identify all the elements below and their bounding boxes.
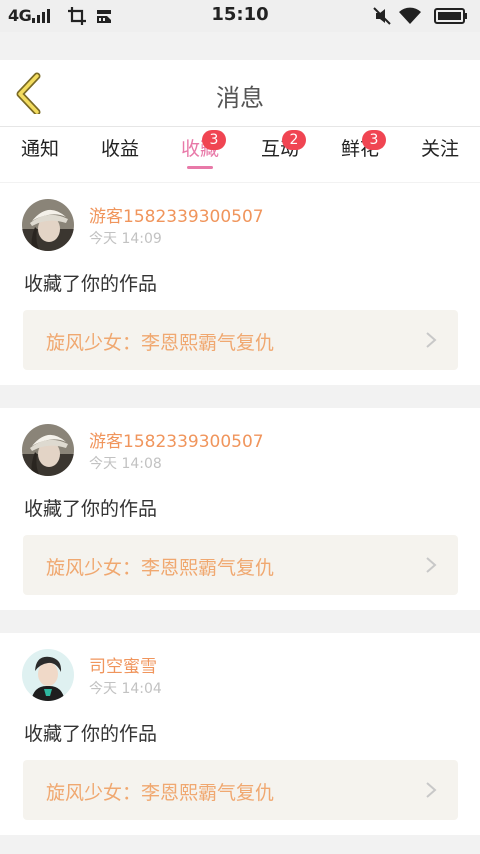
- badge: 3: [202, 130, 226, 150]
- page-title: 消息: [216, 84, 264, 112]
- timestamp: 今天 14:09: [89, 231, 162, 247]
- tab-notifications[interactable]: 通知: [0, 135, 80, 175]
- tab-bar: 通知 收益 收藏 3 互动 2 鲜花 3 关注: [0, 126, 480, 182]
- avatar[interactable]: [22, 649, 74, 701]
- battery-icon: [434, 8, 467, 24]
- action-text: 收藏了你的作品: [24, 723, 158, 745]
- message-card: 游客1582339300507 今天 14:09 收藏了你的作品 旋风少女：李恩…: [0, 183, 480, 385]
- wifi-icon: [399, 7, 421, 24]
- chevron-right-icon: [426, 557, 437, 573]
- badge: 2: [282, 130, 306, 150]
- chevron-right-icon: [426, 782, 437, 798]
- timestamp: 今天 14:04: [89, 681, 162, 697]
- user-photo: [22, 199, 74, 251]
- status-bar: 4G 15:10: [0, 0, 480, 32]
- action-text: 收藏了你的作品: [24, 498, 158, 520]
- badge: 3: [362, 130, 386, 150]
- user-photo: [22, 424, 74, 476]
- username[interactable]: 司空蜜雪: [89, 652, 157, 677]
- tab-label: 关注: [420, 138, 459, 160]
- username[interactable]: 游客1582339300507: [89, 427, 264, 452]
- tab-favorites[interactable]: 收藏 3: [160, 130, 240, 175]
- chevron-right-icon: [426, 332, 437, 348]
- tab-interactions[interactable]: 互动 2: [240, 130, 320, 175]
- work-link[interactable]: 旋风少女：李恩熙霸气复仇: [23, 310, 458, 370]
- work-title: 旋风少女：李恩熙霸气复仇: [46, 782, 275, 804]
- message-card: 游客1582339300507 今天 14:08 收藏了你的作品 旋风少女：李恩…: [0, 408, 480, 610]
- action-text: 收藏了你的作品: [24, 273, 158, 295]
- work-link[interactable]: 旋风少女：李恩熙霸气复仇: [23, 760, 458, 820]
- avatar[interactable]: [22, 424, 74, 476]
- work-title: 旋风少女：李恩熙霸气复仇: [46, 557, 275, 579]
- tab-label: 收益: [100, 138, 139, 160]
- timestamp: 今天 14:08: [89, 456, 162, 472]
- username[interactable]: 游客1582339300507: [89, 202, 264, 227]
- active-tab-indicator: [187, 166, 213, 169]
- work-link[interactable]: 旋风少女：李恩熙霸气复仇: [23, 535, 458, 595]
- work-title: 旋风少女：李恩熙霸气复仇: [46, 332, 275, 354]
- avatar[interactable]: [22, 199, 74, 251]
- message-card: 司空蜜雪 今天 14:04 收藏了你的作品 旋风少女：李恩熙霸气复仇: [0, 633, 480, 835]
- tab-label: 通知: [20, 138, 59, 160]
- mute-icon: [373, 7, 391, 25]
- tab-following[interactable]: 关注: [400, 135, 480, 175]
- header-bar: 消息: [0, 60, 480, 126]
- tab-flowers[interactable]: 鲜花 3: [320, 130, 400, 175]
- user-photo: [22, 649, 74, 701]
- tab-earnings[interactable]: 收益: [80, 135, 160, 175]
